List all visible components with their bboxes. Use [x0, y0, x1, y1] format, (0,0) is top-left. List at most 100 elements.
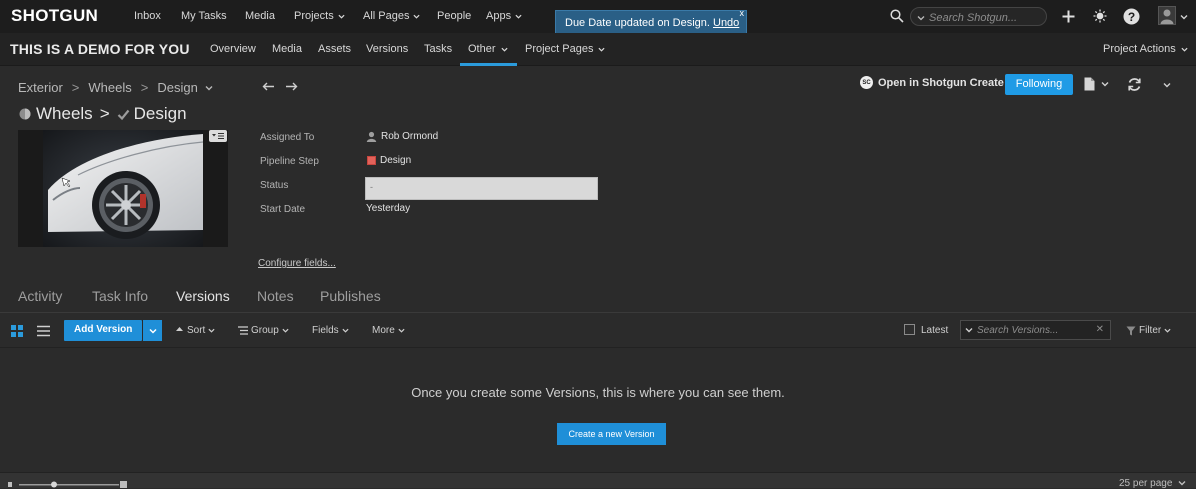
- tab-other[interactable]: Other: [468, 43, 508, 55]
- document-menu[interactable]: [1084, 77, 1109, 91]
- chevron-down-icon[interactable]: [205, 84, 213, 92]
- sort-menu[interactable]: Sort: [175, 325, 215, 336]
- chevron-down-icon: [413, 14, 421, 19]
- tab-assets[interactable]: Assets: [318, 43, 351, 55]
- user-icon: [366, 131, 377, 142]
- document-icon: [1084, 77, 1095, 91]
- tab-label: Media: [272, 43, 302, 55]
- nav-inbox[interactable]: Inbox: [134, 10, 161, 22]
- thumbnail-menu-button[interactable]: [209, 130, 227, 142]
- tab-media[interactable]: Media: [272, 43, 302, 55]
- open-in-create-button[interactable]: SC Open in Shotgun Create: [860, 76, 1004, 89]
- chevron-down-icon: [917, 16, 925, 21]
- avatar[interactable]: [1158, 6, 1176, 25]
- project-title[interactable]: THIS IS A DEMO FOR YOU: [10, 41, 190, 57]
- tab-label: Tasks: [424, 43, 453, 55]
- tab-publishes[interactable]: Publishes: [320, 288, 381, 304]
- nav-apps[interactable]: Apps: [486, 10, 522, 22]
- sort-icon: [176, 327, 183, 331]
- group-label: Group: [251, 325, 279, 336]
- title-separator: >: [99, 104, 110, 123]
- nav-label: All Pages: [363, 10, 410, 22]
- user-icon: [1160, 9, 1174, 24]
- breadcrumb-separator: >: [140, 80, 149, 95]
- tab-project-pages[interactable]: Project Pages: [525, 43, 606, 55]
- filter-menu[interactable]: Filter: [1126, 325, 1171, 336]
- asset-icon: [19, 108, 31, 120]
- field-value-start-date[interactable]: Yesterday: [366, 203, 410, 214]
- project-actions-menu[interactable]: Project Actions: [1103, 43, 1188, 55]
- project-actions-label: Project Actions: [1103, 43, 1176, 55]
- chevron-down-icon: [598, 47, 606, 52]
- create-version-button[interactable]: Create a new Version: [557, 423, 666, 445]
- tab-activity[interactable]: Activity: [18, 288, 62, 304]
- field-value-pipeline-step[interactable]: Design: [367, 155, 411, 166]
- chevron-down-icon: [338, 14, 345, 19]
- bottom-bar: [0, 472, 1196, 488]
- versions-search-input[interactable]: Search Versions... ✕: [960, 320, 1111, 340]
- plus-icon[interactable]: [1062, 10, 1075, 23]
- nav-label: Projects: [294, 10, 334, 22]
- field-value-assigned-to[interactable]: Rob Ormond: [366, 131, 438, 142]
- nav-my-tasks[interactable]: My Tasks: [181, 10, 227, 22]
- chevron-down-icon[interactable]: [1180, 13, 1188, 21]
- breadcrumb-item[interactable]: Wheels: [88, 80, 131, 95]
- per-page-select[interactable]: 25 per page: [1119, 478, 1186, 489]
- global-search-input[interactable]: Search Shotgun...: [910, 7, 1047, 26]
- fields-menu[interactable]: Fields: [312, 325, 349, 336]
- tab-tasks[interactable]: Tasks: [424, 43, 452, 55]
- arrow-right-icon[interactable]: [285, 82, 298, 91]
- parent-entity-link[interactable]: Wheels: [36, 104, 93, 124]
- nav-people[interactable]: People: [437, 10, 471, 22]
- list-view-icon[interactable]: [37, 325, 50, 337]
- undo-link[interactable]: Undo: [713, 17, 739, 29]
- nav-label: People: [437, 10, 472, 22]
- nav-media[interactable]: Media: [245, 10, 275, 22]
- tab-notes[interactable]: Notes: [257, 288, 294, 304]
- active-tab-indicator: [460, 63, 517, 66]
- more-menu[interactable]: More: [372, 325, 405, 336]
- tab-label: Other: [468, 43, 496, 55]
- add-version-dropdown[interactable]: [143, 320, 162, 341]
- car-wheel-image: [18, 130, 228, 247]
- brightness-icon[interactable]: [1093, 9, 1107, 23]
- thumbnail-size-slider[interactable]: [8, 481, 128, 488]
- filter-label: Filter: [1139, 325, 1162, 336]
- help-icon[interactable]: ?: [1123, 8, 1140, 25]
- following-button[interactable]: Following: [1005, 74, 1073, 95]
- tab-overview[interactable]: Overview: [210, 43, 256, 55]
- arrow-left-icon[interactable]: [262, 82, 275, 91]
- grid-view-icon[interactable]: [11, 325, 23, 337]
- clear-search-icon[interactable]: ✕: [1096, 324, 1104, 335]
- configure-fields-link[interactable]: Configure fields...: [258, 258, 336, 269]
- nav-projects[interactable]: Projects: [294, 10, 345, 22]
- pipeline-step-name: Design: [380, 155, 412, 166]
- chevron-down-icon: [398, 328, 405, 333]
- filter-icon: [1126, 326, 1136, 335]
- breadcrumb-item[interactable]: Exterior: [18, 80, 63, 95]
- group-menu[interactable]: Group: [238, 325, 289, 336]
- step-color-swatch: [367, 156, 376, 165]
- add-version-button[interactable]: Add Version: [64, 320, 142, 341]
- per-page-label: 25 per page: [1119, 478, 1173, 489]
- shotgun-logo[interactable]: SHOTGUN: [11, 6, 98, 26]
- status-field[interactable]: -: [365, 177, 598, 200]
- close-icon[interactable]: x: [740, 8, 745, 18]
- tab-versions-detail[interactable]: Versions: [176, 288, 230, 304]
- empty-state-message: Once you create some Versions, this is w…: [411, 385, 785, 400]
- search-icon[interactable]: [890, 9, 904, 23]
- nav-all-pages[interactable]: All Pages: [363, 10, 421, 22]
- chevron-down-icon[interactable]: [1163, 81, 1171, 89]
- field-label-start-date: Start Date: [260, 204, 306, 215]
- tab-versions[interactable]: Versions: [366, 43, 408, 55]
- toast-notification: Due Date updated on Design. Undo x: [555, 8, 747, 35]
- toast-message: Due Date updated on Design.: [565, 17, 710, 29]
- latest-checkbox[interactable]: [904, 324, 915, 335]
- menu-icon: [212, 133, 224, 139]
- thumbnail-image[interactable]: [18, 130, 228, 247]
- chevron-down-icon: [515, 14, 522, 19]
- breadcrumb-item[interactable]: Design: [157, 80, 197, 95]
- refresh-icon[interactable]: [1127, 77, 1142, 92]
- nav-label: My Tasks: [181, 10, 227, 22]
- tab-task-info[interactable]: Task Info: [92, 288, 148, 304]
